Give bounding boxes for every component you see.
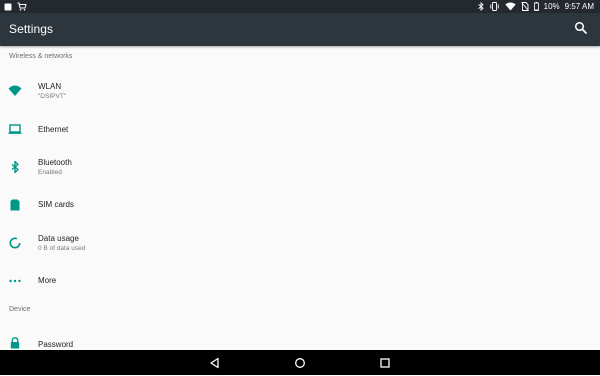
settings-item-title: Ethernet xyxy=(38,125,69,134)
settings-item-bluetooth[interactable]: Bluetooth Enabled xyxy=(0,148,600,186)
settings-item-title: Bluetooth xyxy=(38,158,72,167)
recents-button[interactable] xyxy=(377,355,393,371)
settings-item-summary: Enabled xyxy=(38,169,62,176)
section-header-device: Device xyxy=(9,306,31,313)
settings-item-title: Data usage xyxy=(38,234,79,243)
laptop-icon xyxy=(8,124,22,134)
settings-item-title: Password xyxy=(38,340,74,349)
vibrate-icon xyxy=(489,2,499,11)
shopping-cart-icon xyxy=(17,2,27,11)
settings-item-title: WLAN xyxy=(38,82,62,91)
settings-item-summary: "DSIPVT" xyxy=(38,93,67,100)
notification-square-icon xyxy=(4,3,12,10)
settings-list[interactable]: Wireless & networks WLAN "DSIPVT" Ethern… xyxy=(0,46,600,350)
clock: 9:57 AM xyxy=(564,2,594,11)
battery-percent: 10% xyxy=(543,2,560,11)
home-icon xyxy=(295,358,305,368)
battery-icon xyxy=(533,2,539,11)
no-sim-icon xyxy=(520,2,529,11)
data-usage-icon xyxy=(9,237,21,249)
settings-item-more[interactable]: More xyxy=(0,262,600,300)
lock-icon xyxy=(10,337,20,349)
more-horiz-icon xyxy=(9,279,21,283)
status-bar: 10% 9:57 AM xyxy=(0,0,600,13)
bluetooth-icon xyxy=(477,2,484,11)
back-icon xyxy=(210,357,219,369)
page-title: Settings xyxy=(9,22,54,36)
settings-item-title: SIM cards xyxy=(38,200,75,209)
sim-card-icon xyxy=(10,199,20,211)
back-button[interactable] xyxy=(207,355,223,371)
section-header-wireless: Wireless & networks xyxy=(9,53,73,60)
settings-item-title: More xyxy=(38,276,57,285)
settings-item-ethernet[interactable]: Ethernet xyxy=(0,110,600,148)
settings-item-sim-cards[interactable]: SIM cards xyxy=(0,186,600,224)
wifi-icon xyxy=(8,85,22,96)
navigation-bar xyxy=(0,350,600,375)
settings-item-summary: 0 B of data used xyxy=(38,245,86,252)
search-button[interactable] xyxy=(572,19,590,37)
search-icon xyxy=(574,21,587,34)
settings-item-wlan[interactable]: WLAN "DSIPVT" xyxy=(0,72,600,110)
recents-icon xyxy=(380,358,390,368)
wifi-icon xyxy=(504,2,516,11)
home-button[interactable] xyxy=(292,355,308,371)
settings-item-password[interactable]: Password xyxy=(0,324,600,350)
app-bar: Settings xyxy=(0,13,600,46)
settings-item-data-usage[interactable]: Data usage 0 B of data used xyxy=(0,224,600,262)
bluetooth-icon xyxy=(11,160,19,174)
